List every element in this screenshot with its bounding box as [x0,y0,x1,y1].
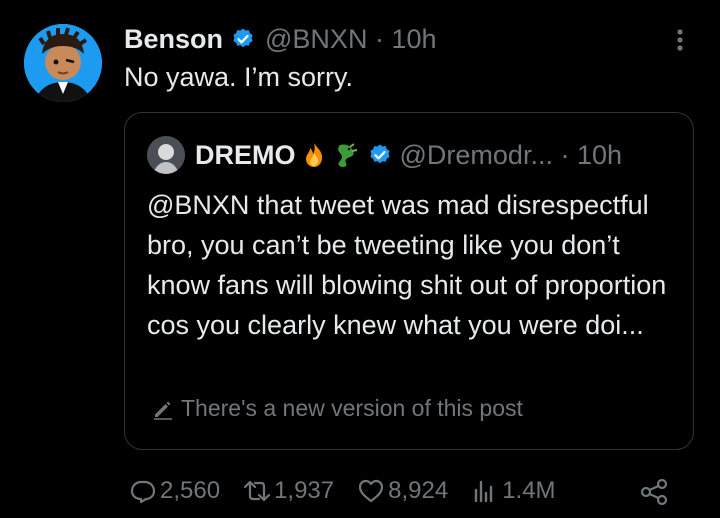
quoted-author-name[interactable]: DREMO [195,140,296,171]
quoted-author-handle-time[interactable]: @Dremodr... · 10h [400,140,623,171]
reply-count: 2,560 [160,477,221,504]
repost-count: 1,937 [274,477,335,504]
views-chart-icon [474,480,493,503]
verified-badge-icon [233,28,253,48]
fire-emoji-icon [305,143,322,167]
author-avatar[interactable] [24,24,102,102]
like-button[interactable]: 8,924 [356,476,448,506]
edited-post-notice[interactable]: There's a new version of this post [151,395,523,422]
like-count: 8,924 [388,477,449,504]
edited-post-label: There's a new version of this post [181,395,523,421]
author-name[interactable]: Benson [124,24,223,55]
view-count: 1.4M [502,477,556,504]
quoted-author-avatar[interactable] [147,136,185,174]
views-button[interactable]: 1.4M [470,476,556,506]
quoted-avatar-icon [147,136,185,174]
more-options-icon[interactable] [664,24,696,56]
repost-button[interactable]: 1,937 [242,476,334,506]
quoted-tweet-card[interactable]: DREMO @Dremodr... · 10h @BNXN that tweet… [124,112,694,450]
quoted-tweet-text: @BNXN that tweet was mad disrespectful b… [147,190,667,340]
quoted-tweet-header: DREMO @Dremodr... · 10h [147,136,623,174]
dragon-emoji-icon [337,143,357,167]
cartoon-avatar-icon [24,24,102,102]
share-icon[interactable] [638,476,670,508]
reply-icon [130,480,156,504]
heart-icon [359,479,384,503]
tweet-header: Benson @BNXN · 10h [124,22,436,56]
reply-button[interactable]: 2,560 [128,476,220,506]
repost-icon [243,480,271,502]
author-handle-time[interactable]: @BNXN · 10h [265,24,436,55]
tweet-text: No yawa. I’m sorry. [124,62,354,92]
quoted-verified-badge-icon [369,144,390,164]
tweet-actions: 2,560 1,937 8,924 1.4M [128,474,578,508]
pencil-icon [154,401,172,420]
